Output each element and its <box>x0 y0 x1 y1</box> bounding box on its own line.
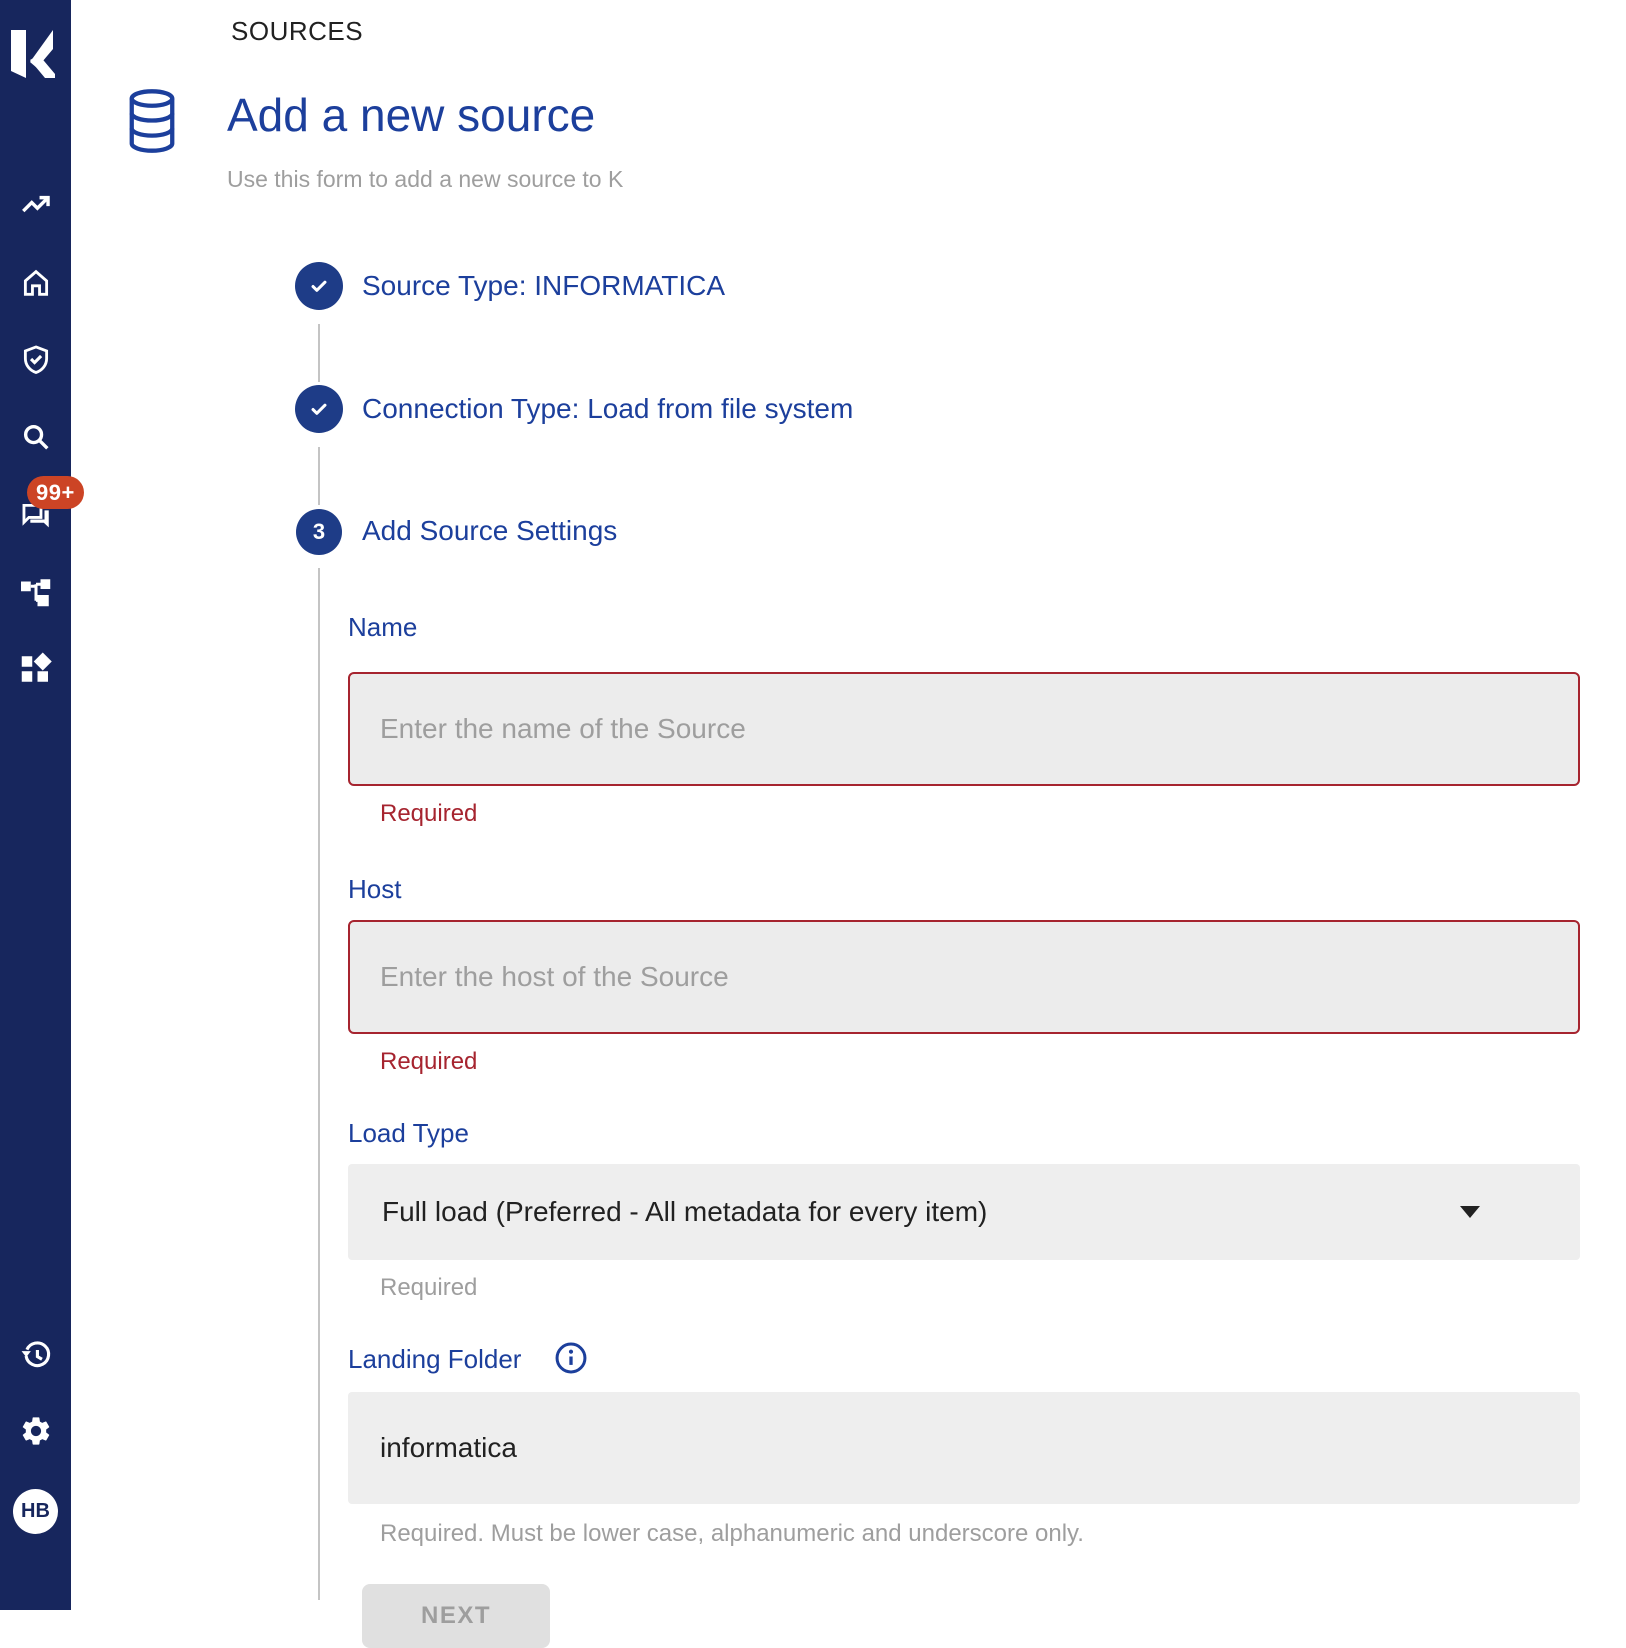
step-3-label[interactable]: Add Source Settings <box>362 508 617 554</box>
host-input[interactable] <box>348 920 1580 1034</box>
load-type-selected-value: Full load (Preferred - All metadata for … <box>382 1196 987 1228</box>
hierarchy-icon[interactable] <box>13 569 59 615</box>
dashboard-icon[interactable] <box>13 646 59 692</box>
step-1-label[interactable]: Source Type: INFORMATICA <box>362 262 725 310</box>
chevron-down-icon <box>1460 1206 1480 1218</box>
page-subtitle: Use this form to add a new source to K <box>227 166 623 193</box>
landing-folder-label: Landing Folder <box>348 1344 521 1375</box>
app-logo-k[interactable] <box>10 28 56 80</box>
active-step-connector <box>318 568 320 1600</box>
host-required-error: Required <box>380 1048 477 1076</box>
landing-folder-helper: Required. Must be lower case, alphanumer… <box>380 1520 1084 1548</box>
home-icon[interactable] <box>13 260 59 306</box>
trending-icon[interactable] <box>13 181 59 227</box>
name-input[interactable] <box>348 672 1580 786</box>
landing-folder-input[interactable] <box>348 1392 1580 1504</box>
step-1-check-icon[interactable] <box>295 262 343 310</box>
shield-check-icon[interactable] <box>13 337 59 383</box>
step-3-circle[interactable]: 3 <box>296 509 342 555</box>
name-required-error: Required <box>380 800 477 828</box>
settings-gear-icon[interactable] <box>13 1408 59 1454</box>
load-type-helper: Required <box>380 1274 477 1302</box>
database-icon <box>125 86 179 156</box>
page-title: Add a new source <box>227 88 595 142</box>
load-type-select[interactable]: Full load (Preferred - All metadata for … <box>348 1164 1580 1260</box>
search-icon[interactable] <box>13 414 59 460</box>
step-connector <box>318 447 320 505</box>
info-icon[interactable] <box>553 1340 589 1376</box>
step-connector <box>318 324 320 382</box>
load-type-label: Load Type <box>348 1118 469 1149</box>
user-avatar[interactable]: HB <box>13 1489 58 1534</box>
step-2-label[interactable]: Connection Type: Load from file system <box>362 385 853 433</box>
history-icon[interactable] <box>13 1333 59 1379</box>
next-button[interactable]: NEXT <box>362 1584 550 1648</box>
step-2-check-icon[interactable] <box>295 385 343 433</box>
sidebar: 99+ HB <box>0 0 71 1610</box>
breadcrumb: SOURCES <box>231 16 363 47</box>
host-field-label: Host <box>348 874 401 905</box>
step-3-number: 3 <box>313 519 325 545</box>
name-field-label: Name <box>348 612 417 643</box>
notification-badge: 99+ <box>27 476 84 509</box>
main-content: SOURCES Add a new source Use this form t… <box>71 0 1626 1610</box>
